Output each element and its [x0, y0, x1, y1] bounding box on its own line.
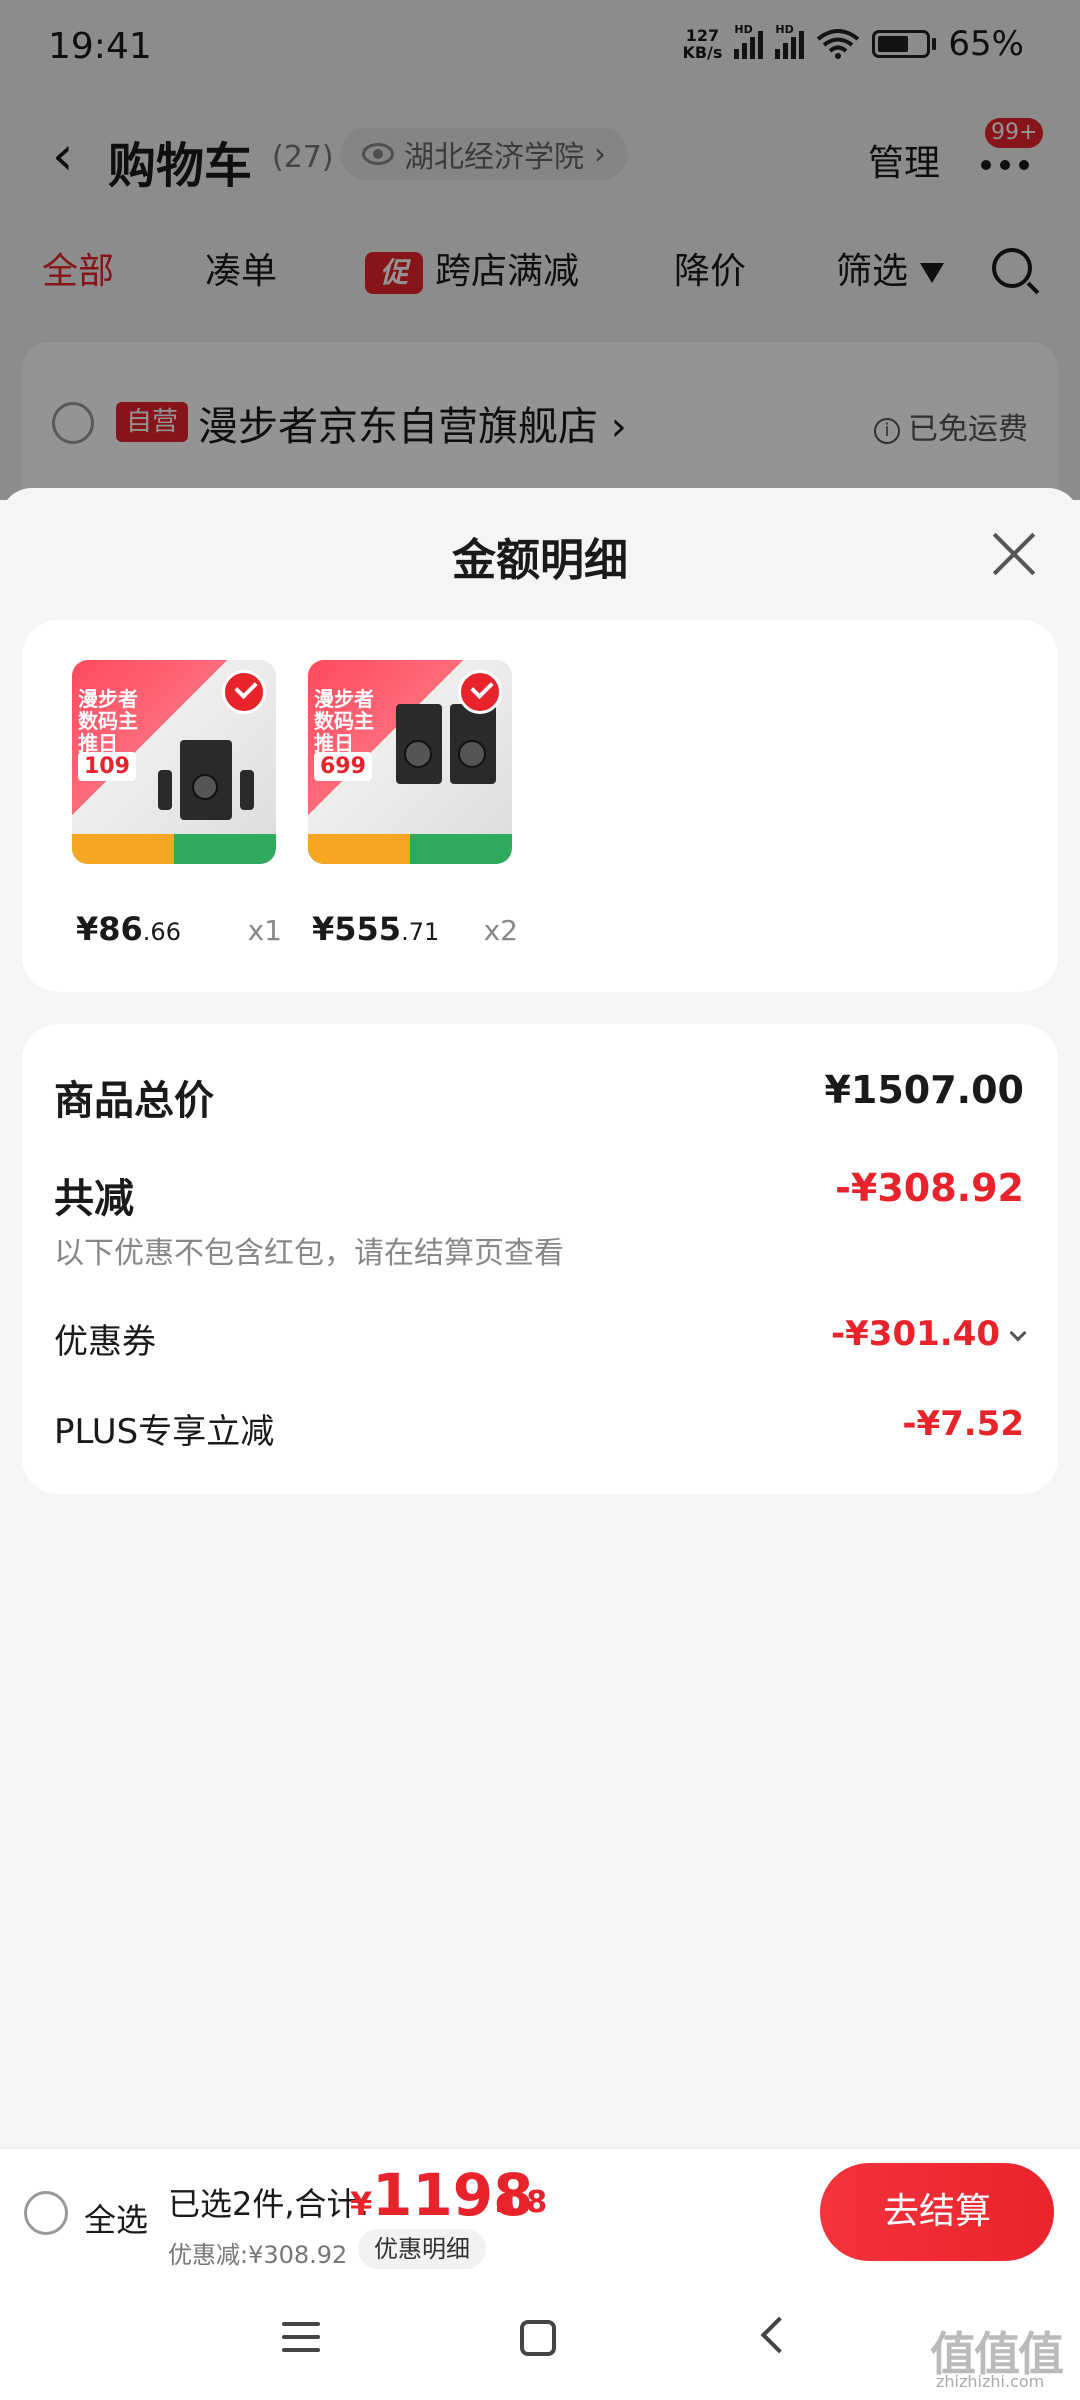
checkout-button[interactable]: 去结算 [820, 2163, 1054, 2261]
discount-note-row: 以下优惠不包含红包，请在结算页查看 [54, 1228, 1024, 1271]
discount-summary: 优惠减:¥308.92 [168, 2241, 348, 2269]
product-item[interactable]: 漫步者 数码主推日 699 ¥555.71 x2 [308, 660, 518, 948]
promo-band [308, 834, 512, 864]
menu-icon[interactable] [282, 2322, 320, 2354]
coupon-label: 优惠券 [54, 1322, 156, 1362]
product-promo-title: 漫步者 数码主推日 [314, 687, 374, 755]
total-currency: ¥ [350, 2185, 373, 2223]
select-all-label[interactable]: 全选 [84, 2195, 148, 2241]
product-price: ¥86.66 [76, 910, 181, 948]
close-icon[interactable] [990, 530, 1038, 578]
product-image: 漫步者 数码主推日 699 [308, 660, 512, 864]
price-summary-card: 商品总价 ¥1507.00 共减 -¥308.92 以下优惠不包含红包，请在结算… [22, 1024, 1058, 1494]
satellite-speaker-graphic [158, 770, 172, 810]
product-item[interactable]: 漫步者 数码主推日 109 ¥86.66 x1 [72, 660, 282, 948]
home-icon[interactable] [520, 2320, 556, 2356]
promo-band [72, 834, 276, 864]
plus-discount-row: PLUS专享立减 -¥7.52 [54, 1404, 1024, 1454]
dim-overlay[interactable] [0, 0, 1080, 500]
product-quantity: x1 [247, 914, 282, 947]
discount-detail-button[interactable]: 优惠明细 [358, 2229, 486, 2269]
product-price: ¥555.71 [312, 910, 440, 948]
speaker-graphic [450, 704, 496, 784]
system-nav-bar [0, 2276, 1080, 2400]
product-promo-price: 109 [78, 752, 136, 781]
total-reduce-value: -¥308.92 [835, 1166, 1024, 1210]
total-price-row: 商品总价 ¥1507.00 [54, 1068, 1024, 1124]
amount-detail-sheet: 金额明细 漫步者 数码主推日 109 ¥86.66 x1 漫步者 数码主推日 6… [0, 488, 1080, 2148]
plus-discount-value: -¥7.52 [902, 1404, 1024, 1444]
product-meta: ¥555.71 x2 [308, 910, 518, 950]
speaker-graphic [396, 704, 442, 784]
total-price-label: 商品总价 [54, 1078, 214, 1124]
back-icon[interactable] [760, 2316, 798, 2354]
selected-count-text: 已选2件,合计: [168, 2185, 370, 2223]
plus-discount-label: PLUS专享立减 [54, 1412, 275, 1452]
discount-note: 以下优惠不包含红包，请在结算页查看 [54, 1236, 564, 1271]
check-icon [222, 670, 266, 714]
product-promo-title: 漫步者 数码主推日 [78, 687, 138, 755]
product-quantity: x2 [483, 914, 518, 947]
select-all-radio[interactable] [24, 2191, 68, 2235]
coupon-value: -¥301.40 [831, 1314, 1027, 1354]
total-amount-decimal: .08 [494, 2185, 548, 2220]
total-reduce-row: 共减 -¥308.92 [54, 1166, 1024, 1222]
product-promo-price: 699 [314, 752, 372, 781]
coupon-row[interactable]: 优惠券 -¥301.40 [54, 1314, 1027, 1364]
sheet-title: 金额明细 [452, 535, 628, 586]
product-image: 漫步者 数码主推日 109 [72, 660, 276, 864]
product-meta: ¥86.66 x1 [72, 910, 282, 950]
watermark-url: zhizhizhi.com [936, 2372, 1045, 2391]
check-icon [458, 670, 502, 714]
checkout-bar: 全选 已选2件,合计: ¥ 1198 .08 优惠减:¥308.92 优惠明细 … [0, 2148, 1080, 2276]
satellite-speaker-graphic [240, 770, 254, 810]
total-price-value: ¥1507.00 [824, 1068, 1024, 1112]
total-reduce-label: 共减 [54, 1176, 134, 1222]
products-card: 漫步者 数码主推日 109 ¥86.66 x1 漫步者 数码主推日 699 ¥5… [22, 620, 1058, 992]
cart-page-background: 19:41 127 KB/s HD HD 65% ‹ 购物车 (27) 湖北经济… [0, 0, 1080, 542]
speaker-graphic [180, 740, 232, 820]
chevron-down-icon [1009, 1324, 1027, 1342]
